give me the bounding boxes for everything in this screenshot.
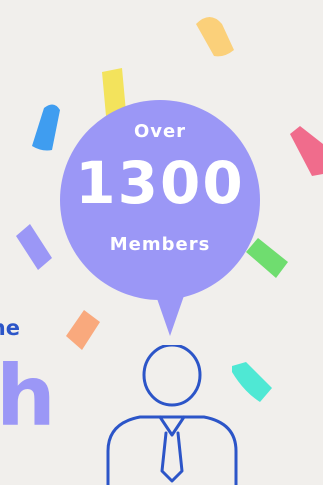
cropped-heading-fragment: ne	[0, 316, 20, 340]
confetti-yellow-orange	[196, 17, 234, 57]
cropped-large-letter-text: h	[0, 347, 52, 445]
confetti-orange	[66, 310, 100, 350]
celebration-graphic: Over 1300 Members ne h	[0, 0, 323, 485]
cropped-heading-text: ne	[0, 316, 20, 340]
confetti-blue	[32, 104, 60, 151]
stat-bubble-tail	[154, 290, 186, 336]
confetti-purple	[16, 224, 52, 270]
stat-number: 1300	[75, 149, 245, 217]
stat-prefix: Over	[133, 121, 187, 142]
stat-label: Members	[109, 234, 211, 255]
cropped-large-letter: h	[0, 346, 52, 446]
confetti-pink	[290, 126, 323, 176]
person-icon	[106, 345, 238, 485]
